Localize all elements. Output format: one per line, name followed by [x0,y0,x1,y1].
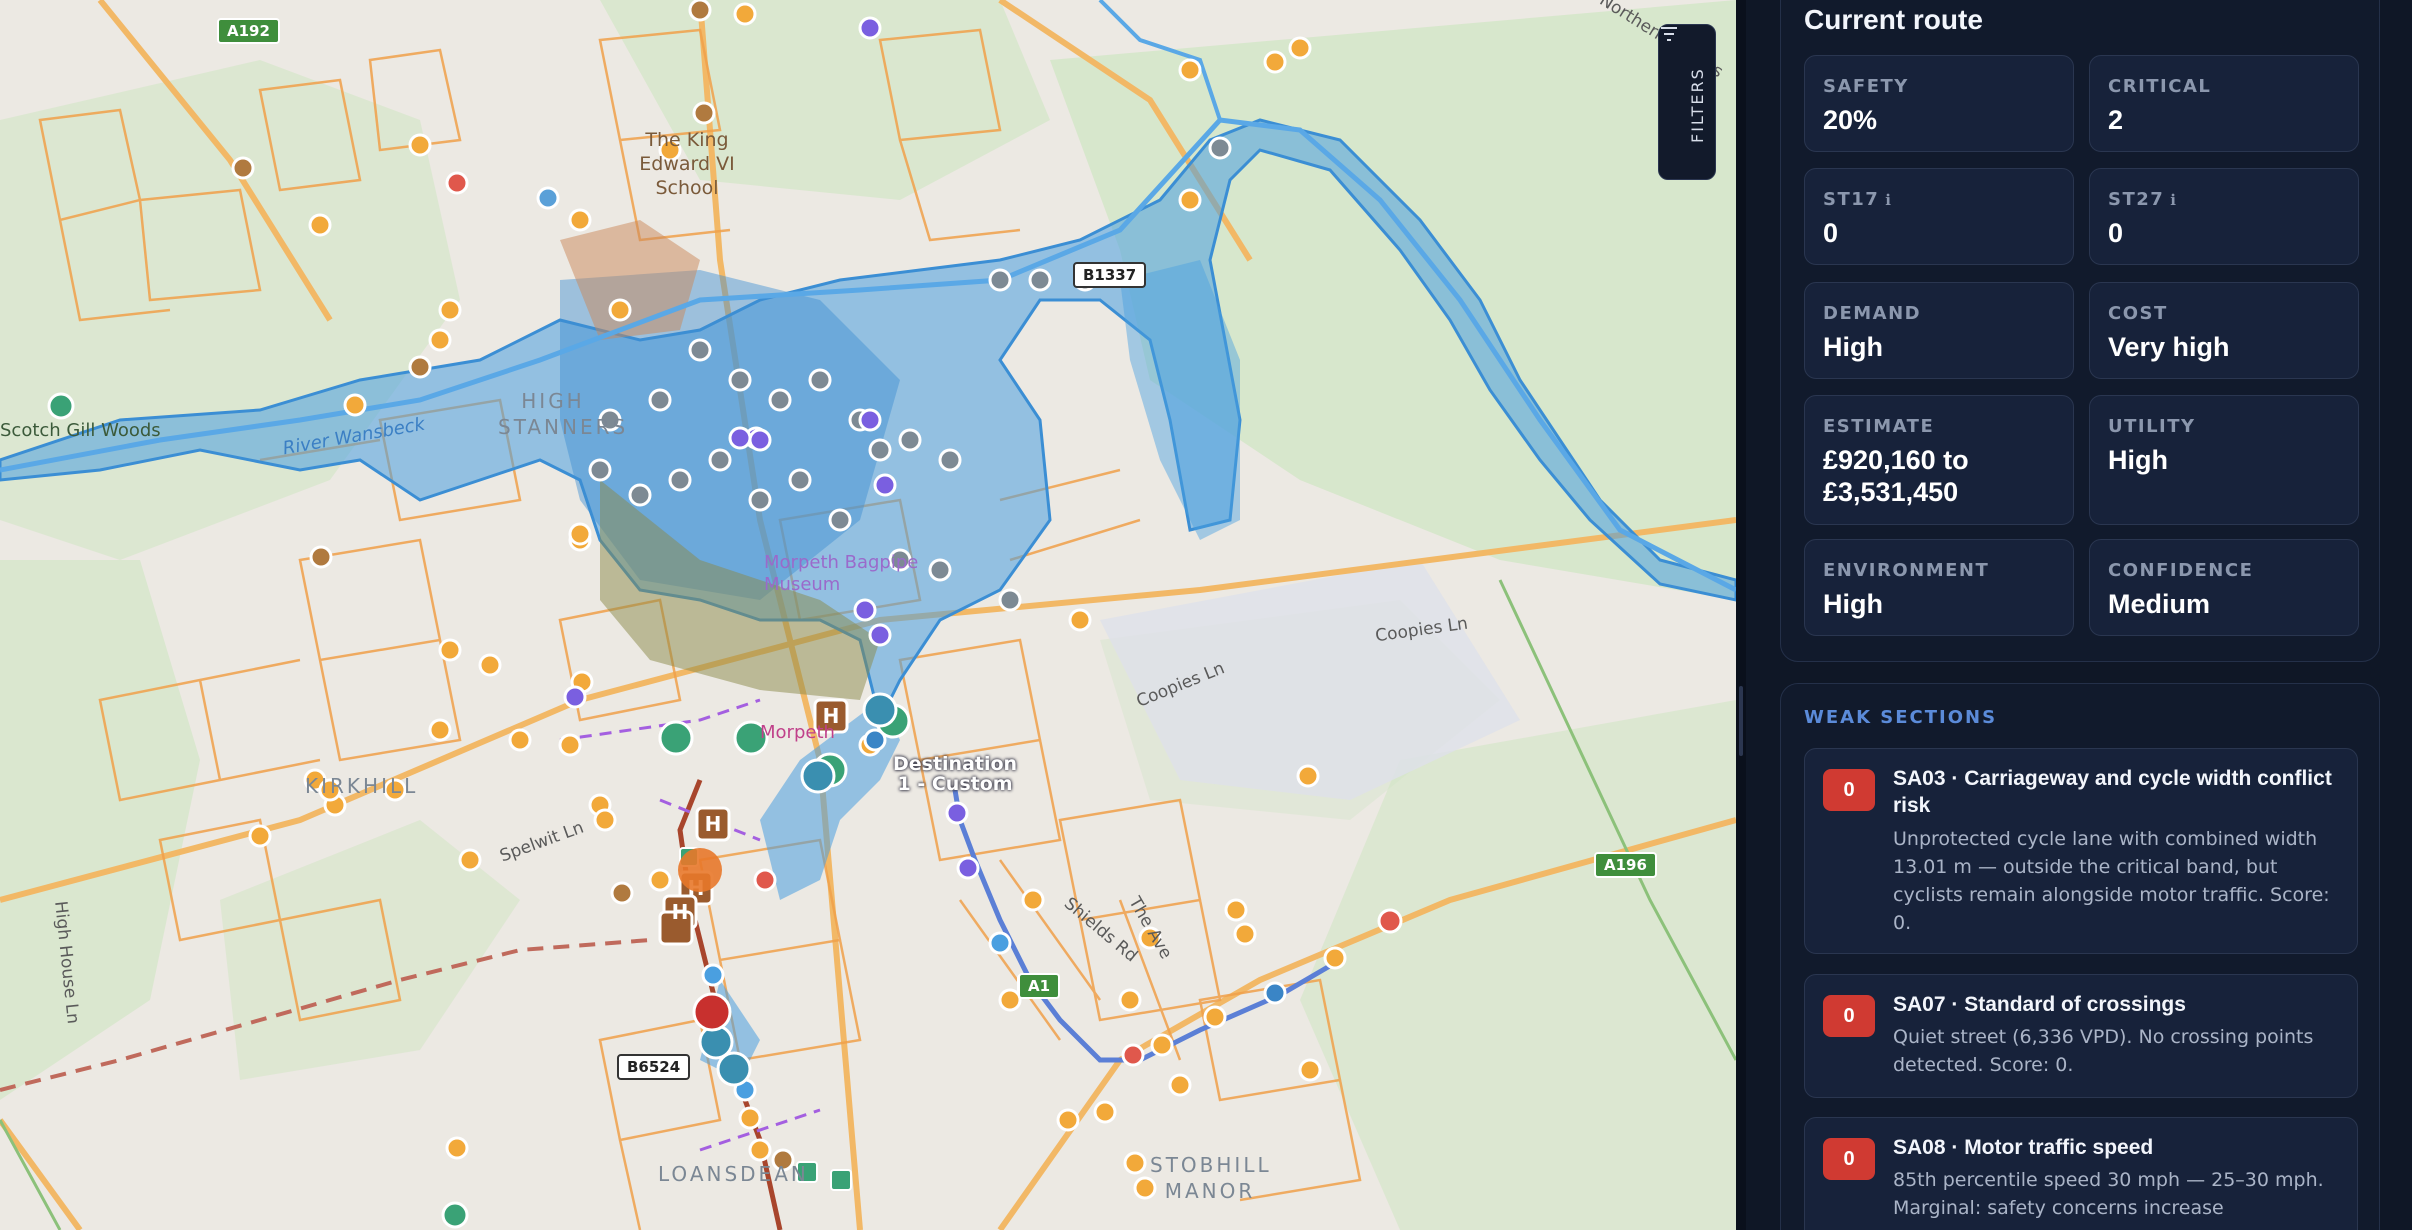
shield-b1337: B1337 [1073,262,1147,288]
scotch-gill-woods-label: Scotch Gill Woods [0,420,161,441]
weak-section-description: Unprotected cycle lane with combined wid… [1893,828,2330,934]
metric-value: 2 [2108,105,2124,135]
metric-demand: DEMAND High [1804,282,2074,379]
metric-label: CONFIDENCE [2108,560,2254,581]
destination-pin[interactable] [692,992,732,1032]
school-poi[interactable] [692,101,716,125]
score-badge: 0 [1823,1138,1875,1180]
metric-label: SAFETY [1823,76,1909,97]
metric-label: CRITICAL [2108,76,2212,97]
current-route-title: Current route [1804,4,1983,35]
filter-icon [1661,27,1677,41]
weak-section-title: SA08 · Motor traffic speed [1893,1136,2154,1159]
svg-text:H: H [672,900,689,924]
start-pin[interactable] [678,848,722,892]
resize-handle[interactable] [1739,686,1743,756]
shield-a192: A192 [217,18,280,44]
morpeth-label: Morpeth [760,722,835,743]
shield-b6524: B6524 [617,1054,691,1080]
metric-value: 0 [2108,218,2124,248]
score-badge: 0 [1823,769,1875,811]
woods-poi[interactable] [47,392,75,420]
map-view[interactable]: H H H H The King Edward VI School HIGH S… [0,0,1736,1230]
panel-divider[interactable] [1736,0,1746,1230]
shield-a1: A1 [1018,973,1061,999]
museum-label: Morpeth Bagpipe Museum [764,552,919,595]
metric-label: ENVIRONMENT [1823,560,1990,581]
metric-estimate: ESTIMATE £920,160 to £3,531,450 [1804,395,2074,525]
info-icon[interactable]: ℹ [1885,191,1891,209]
weak-section-item[interactable]: 0 SA08 · Motor traffic speed 85th percen… [1804,1117,2358,1230]
destination-subtitle: 1 - Custom [897,773,1013,795]
school-label: The King Edward VI School [639,129,735,199]
metric-label: UTILITY [2108,416,2196,437]
metric-value: Medium [2108,589,2211,619]
stobhill-manor-label: STOBHILL MANOR [1150,1153,1272,1203]
destination-title: Destination [893,753,1018,775]
weak-section-title: SA03 · Carriageway and cycle width confl… [1893,767,2332,817]
metric-value: Very high [2108,332,2230,362]
shield-a196: A196 [1594,852,1657,878]
metric-utility: UTILITY High [2089,395,2359,525]
metric-cost: COST Very high [2089,282,2359,379]
metric-st27: ST27 ℹ 0 [2089,168,2359,265]
metric-critical: CRITICAL 2 [2089,55,2359,152]
weak-section-description: 85th percentile speed 30 mph — 25–30 mph… [1893,1169,2324,1219]
filters-label: FILTERS [1688,67,1707,143]
metric-value: High [1823,589,1883,619]
metric-label: ST17 ℹ [1823,189,1891,210]
filters-button[interactable]: FILTERS [1658,24,1716,180]
info-icon[interactable]: ℹ [2170,191,2176,209]
metric-label: ESTIMATE [1823,416,1935,437]
metric-value: High [2108,445,2168,475]
map-canvas[interactable]: H H H H [0,0,1736,1230]
metric-st17: ST17 ℹ 0 [1804,168,2074,265]
metric-value: High [1823,332,1883,362]
metric-confidence: CONFIDENCE Medium [2089,539,2359,636]
metric-safety: SAFETY 20% [1804,55,2074,152]
metric-value: 20% [1823,105,1878,135]
metric-label: COST [2108,303,2168,324]
route-lines [0,698,1342,1230]
metric-environment: ENVIRONMENT High [1804,539,2074,636]
metric-label: DEMAND [1823,303,1922,324]
weak-section-item[interactable]: 0 SA03 · Carriageway and cycle width con… [1804,748,2358,954]
high-stanners-label: HIGH STANNERS [498,389,629,439]
score-badge: 0 [1823,995,1875,1037]
metric-label: ST27 ℹ [2108,189,2176,210]
metric-value: 0 [1823,218,1839,248]
weak-section-item[interactable]: 0 SA07 · Standard of crossings Quiet str… [1804,974,2358,1098]
kirkhill-label: KIRKHILL [305,774,419,798]
metric-value: £920,160 to £3,531,450 [1823,445,1969,507]
weak-sections-title: WEAK SECTIONS [1804,707,1998,728]
loansdean-label: LOANSDEAN [658,1162,809,1186]
tree-poi[interactable] [441,1201,469,1229]
weak-section-description: Quiet street (6,336 VPD). No crossing po… [1893,1026,2314,1076]
side-panel[interactable]: Current route SAFETY 20% CRITICAL 2 ST17… [1746,0,2412,1230]
destination-label[interactable]: Destination 1 - Custom [893,754,1017,794]
park-poi[interactable] [658,720,694,756]
weak-section-title: SA07 · Standard of crossings [1893,993,2186,1016]
svg-text:H: H [705,812,722,836]
